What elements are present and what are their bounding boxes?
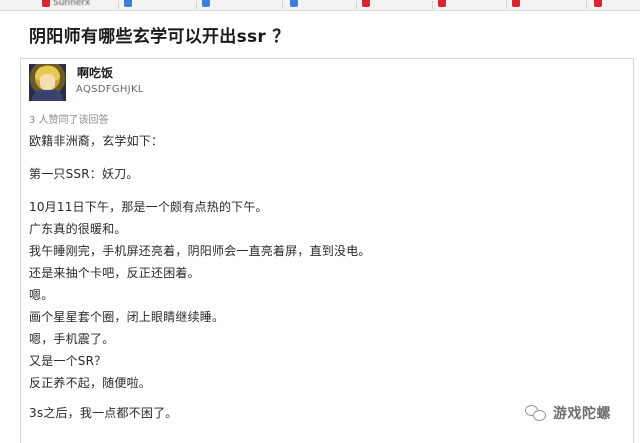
question-title[interactable]: 阴阳师有哪些玄学可以开出ssr ？	[29, 22, 290, 47]
author-bio: AQSDFGHJKL	[76, 84, 144, 95]
answer-paragraph: 还是来抽个卡吧，反正还困着。	[29, 266, 200, 280]
answer-paragraph: 欧籍非洲裔，玄学如下：	[29, 134, 164, 148]
bookmark-favicon-icon	[512, 0, 520, 7]
author-name[interactable]: 啊吃饭	[77, 64, 113, 81]
watermark: 游戏陀螺	[525, 403, 611, 423]
bookmark-item[interactable]	[124, 0, 135, 9]
bookmark-favicon-icon	[362, 0, 370, 7]
avatar[interactable]	[29, 64, 66, 101]
bookmark-separator	[432, 1, 433, 9]
bookmarks-bar: Sunnerx	[0, 0, 640, 11]
bookmark-item[interactable]	[362, 0, 373, 9]
answer-paragraph: 广东真的很暖和。	[29, 222, 127, 236]
answer-paragraph: 我午睡刚完，手机屏还亮着，阴阳师会一直亮着屏，直到没电。	[29, 244, 371, 258]
avatar-face	[40, 74, 55, 90]
bookmark-item[interactable]: Sunnerx	[42, 0, 90, 9]
bookmark-favicon-icon	[42, 0, 50, 7]
answer-paragraph: 嗯。	[29, 288, 54, 302]
wechat-icon	[525, 404, 547, 422]
watermark-text: 游戏陀螺	[553, 406, 611, 422]
answer-paragraph: 又是一个SR？	[29, 354, 107, 368]
bookmark-separator	[506, 1, 507, 9]
answer-paragraph: 嗯，手机震了。	[29, 332, 115, 346]
bookmark-item[interactable]	[512, 0, 523, 9]
bookmark-item[interactable]	[438, 0, 449, 9]
bookmark-favicon-icon	[594, 0, 602, 7]
bookmark-item[interactable]	[202, 0, 213, 9]
answer-paragraph: 画个星星套个圈，闭上眼睛继续睡。	[29, 310, 225, 324]
bookmark-favicon-icon	[202, 0, 210, 7]
bookmark-label: Sunnerx	[53, 0, 91, 8]
bookmark-favicon-icon	[124, 0, 132, 7]
answer-paragraph: 10月11日下午，那是一个颇有点热的下午。	[29, 200, 268, 214]
vote-count[interactable]: 3 人赞同了该回答	[29, 111, 109, 126]
bookmark-favicon-icon	[438, 0, 446, 7]
bookmark-separator	[196, 1, 197, 9]
answer-paragraph: 反正养不起，随便啦。	[29, 376, 152, 390]
bookmark-separator	[356, 1, 357, 9]
answer-paragraph: 第一只SSR：妖刀。	[29, 167, 139, 181]
avatar-body	[32, 90, 63, 101]
bookmark-separator	[282, 1, 283, 9]
answer-paragraph: 3s之后，我一点都不困了。	[29, 406, 178, 420]
bookmark-favicon-icon	[290, 0, 298, 7]
bookmark-item[interactable]	[594, 0, 605, 9]
bookmark-separator	[586, 1, 587, 9]
bookmark-separator	[118, 1, 119, 9]
answer-card: 啊吃饭 AQSDFGHJKL 3 人赞同了该回答 欧籍非洲裔，玄学如下： 第一只…	[20, 58, 634, 443]
bookmark-item[interactable]	[290, 0, 301, 9]
